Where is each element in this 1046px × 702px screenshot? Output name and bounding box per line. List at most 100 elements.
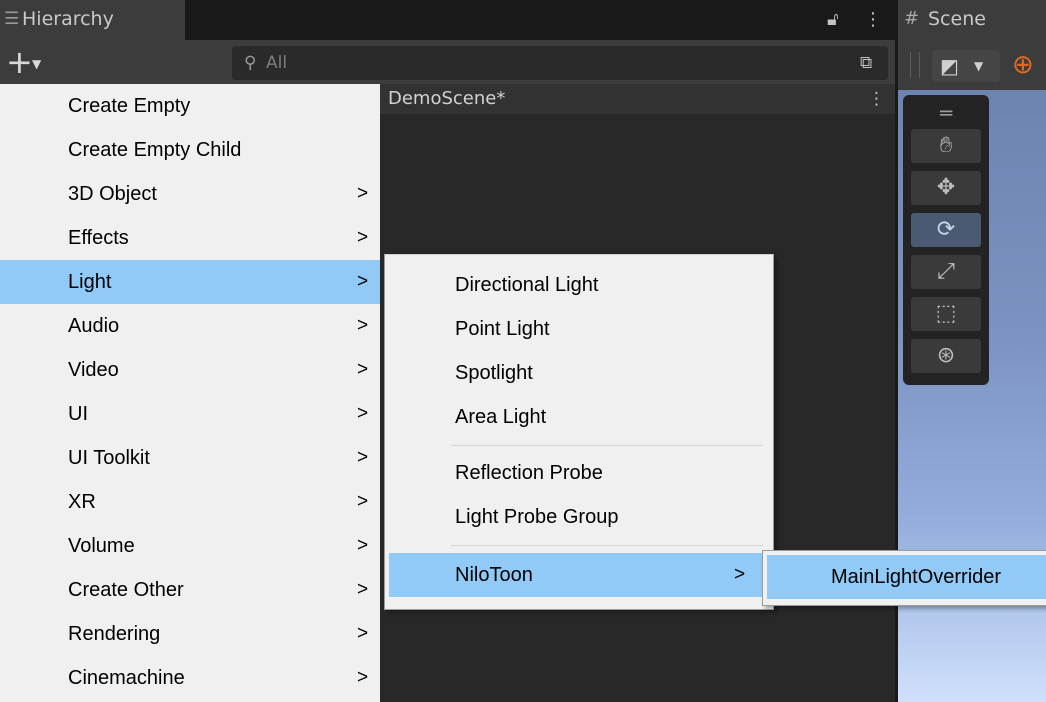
menu-item-label: Point Light: [455, 318, 550, 340]
rect-tool[interactable]: ⬚: [911, 297, 981, 331]
scale-tool[interactable]: ⤢: [911, 255, 981, 289]
menu-item-label: Cinemachine: [68, 667, 185, 689]
transform-tool[interactable]: ⊛: [911, 339, 981, 373]
menu-item-label: UI: [68, 403, 88, 425]
menu-item-label: Create Other: [68, 579, 184, 601]
more-options-icon[interactable]: ⋮: [864, 8, 882, 32]
menu-item-light[interactable]: Light >: [0, 260, 380, 304]
menu-item-volume[interactable]: Volume >: [0, 524, 380, 568]
search-input[interactable]: All: [266, 52, 287, 74]
hierarchy-tab[interactable]: ☰ Hierarchy: [0, 0, 185, 40]
menu-item-reflection-probe[interactable]: Reflection Probe: [389, 451, 769, 495]
nilotoon-submenu: MainLightOverrider: [762, 550, 1046, 606]
scene-toolbar: ◩ ▼ ⊕: [898, 40, 1046, 90]
menu-item-label: Create Empty: [68, 95, 191, 117]
rect-icon: ⬚: [935, 301, 957, 326]
hand-tool[interactable]: ✋︎: [911, 129, 981, 163]
draw-mode-icon: ◩: [940, 54, 959, 78]
menu-item-point-light[interactable]: Point Light: [389, 307, 769, 351]
menu-item-label: XR: [68, 491, 96, 513]
menu-item-label: Volume: [68, 535, 135, 557]
menu-item-label: UI Toolkit: [68, 447, 150, 469]
menu-item-xr[interactable]: XR >: [0, 480, 380, 524]
menu-item-nilotoon[interactable]: NiloToon >: [389, 553, 769, 597]
menu-item-area-light[interactable]: Area Light: [389, 395, 769, 439]
menu-item-label: Light Probe Group: [455, 506, 619, 528]
menu-item-audio[interactable]: Audio >: [0, 304, 380, 348]
submenu-arrow-icon: >: [357, 271, 369, 292]
scene-tab-title: Scene: [928, 8, 986, 30]
hierarchy-tab-title: Hierarchy: [22, 8, 114, 30]
menu-item-create-empty-child[interactable]: Create Empty Child: [0, 128, 380, 172]
scene-options-icon[interactable]: ⋮: [868, 86, 885, 112]
scene-root-header[interactable]: DemoScene* ⋮: [380, 84, 895, 114]
menu-item-label: Area Light: [455, 406, 547, 428]
menu-item-video[interactable]: Video >: [0, 348, 380, 392]
scale-icon: ⤢: [937, 259, 955, 284]
light-submenu: Directional Light Point Light Spotlight …: [384, 254, 774, 610]
menu-item-label: Create Empty Child: [68, 139, 242, 161]
create-menu: Create Empty Create Empty Child 3D Objec…: [0, 84, 380, 702]
move-tool[interactable]: ✥: [911, 171, 981, 205]
lock-icon[interactable]: 🔓︎: [827, 8, 845, 32]
menu-item-label: Reflection Probe: [455, 462, 603, 484]
palette-grip-icon[interactable]: ═: [915, 101, 977, 125]
menu-item-label: Spotlight: [455, 362, 533, 384]
list-icon: ☰: [4, 9, 20, 29]
search-icon: ⚲: [244, 53, 257, 73]
submenu-arrow-icon: >: [357, 403, 369, 424]
menu-item-ui-toolkit[interactable]: UI Toolkit >: [0, 436, 380, 480]
chevron-down-icon: ▼: [32, 57, 42, 71]
move-icon: ✥: [936, 175, 956, 200]
submenu-arrow-icon: >: [357, 227, 369, 248]
plus-icon: +: [6, 43, 33, 81]
scene-name: DemoScene*: [388, 88, 506, 109]
menu-item-3d-object[interactable]: 3D Object >: [0, 172, 380, 216]
menu-item-label: Audio: [68, 315, 120, 337]
submenu-arrow-icon: >: [357, 447, 369, 468]
submenu-arrow-icon: >: [357, 623, 369, 644]
create-dropdown-button[interactable]: + ▼: [4, 43, 52, 81]
submenu-arrow-icon: >: [357, 579, 369, 600]
menu-item-label: Light: [68, 271, 112, 293]
rotate-tool[interactable]: ⟳: [911, 213, 981, 247]
rotate-icon: ⟳: [936, 217, 956, 242]
menu-item-label: Effects: [68, 227, 129, 249]
expand-window-icon[interactable]: ⧉: [860, 52, 880, 74]
menu-item-label: MainLightOverrider: [831, 566, 1002, 588]
tool-palette: ═ ✋︎ ✥ ⟳ ⤢ ⬚ ⊛: [903, 95, 989, 385]
submenu-arrow-icon: >: [357, 491, 369, 512]
menu-item-effects[interactable]: Effects >: [0, 216, 380, 260]
menu-item-ui[interactable]: UI >: [0, 392, 380, 436]
menu-item-create-empty[interactable]: Create Empty: [0, 84, 380, 128]
menu-item-label: 3D Object: [68, 183, 157, 205]
submenu-arrow-icon: >: [357, 359, 369, 380]
toolbar-grip[interactable]: [910, 52, 920, 78]
draw-mode-dropdown[interactable]: ◩ ▼: [932, 50, 1000, 82]
menu-item-create-other[interactable]: Create Other >: [0, 568, 380, 612]
menu-separator: [451, 545, 763, 546]
menu-item-label: Video: [68, 359, 119, 381]
chevron-down-icon: ▼: [974, 59, 984, 73]
menu-item-spotlight[interactable]: Spotlight: [389, 351, 769, 395]
hierarchy-search-field[interactable]: ⚲ All ⧉: [232, 46, 888, 80]
globe-icon[interactable]: ⊕: [1012, 48, 1046, 82]
hierarchy-toolbar: + ▼ ⚲ All ⧉: [0, 40, 895, 84]
menu-item-label: NiloToon: [455, 564, 533, 586]
menu-item-rendering[interactable]: Rendering >: [0, 612, 380, 656]
menu-item-directional-light[interactable]: Directional Light: [389, 263, 769, 307]
transform-icon: ⊛: [936, 343, 956, 368]
menu-item-light-probe-group[interactable]: Light Probe Group: [389, 495, 769, 539]
submenu-arrow-icon: >: [357, 667, 369, 688]
submenu-arrow-icon: >: [357, 535, 369, 556]
hash-icon: #: [904, 8, 920, 29]
hand-icon: ✋︎: [939, 133, 953, 158]
menu-item-cinemachine[interactable]: Cinemachine >: [0, 656, 380, 700]
submenu-arrow-icon: >: [734, 564, 746, 585]
menu-item-label: Rendering: [68, 623, 161, 645]
menu-item-label: Directional Light: [455, 274, 599, 296]
submenu-arrow-icon: >: [357, 315, 369, 336]
menu-separator: [451, 445, 763, 446]
scene-tab[interactable]: # Scene: [898, 0, 1046, 40]
menu-item-mainlightoverrider[interactable]: MainLightOverrider: [767, 555, 1046, 599]
